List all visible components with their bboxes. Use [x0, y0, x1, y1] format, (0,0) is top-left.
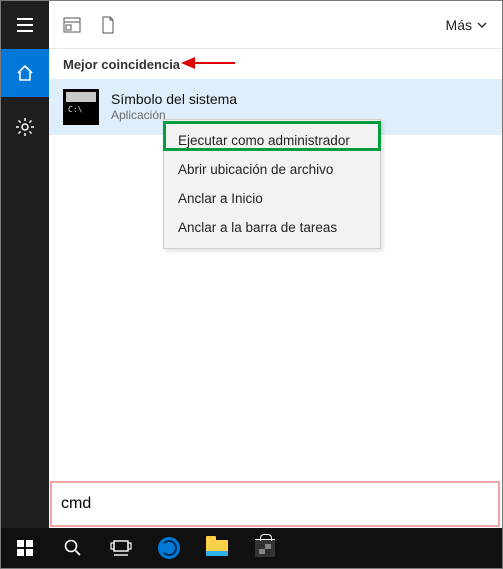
- topbar-filter-icons: [63, 16, 117, 34]
- task-view-button[interactable]: [97, 528, 145, 568]
- context-run-as-admin[interactable]: Ejecutar como administrador: [164, 126, 380, 155]
- taskbar-search-button[interactable]: [49, 528, 97, 568]
- context-pin-to-start[interactable]: Anclar a Inicio: [164, 184, 380, 213]
- arrow-head-icon: [181, 57, 195, 69]
- documents-filter-icon[interactable]: [99, 16, 117, 34]
- folder-icon: [206, 540, 228, 556]
- home-icon: [15, 63, 35, 83]
- start-sidebar: [1, 1, 49, 529]
- edge-button[interactable]: [145, 528, 193, 568]
- home-button[interactable]: [1, 49, 49, 97]
- more-filters-dropdown[interactable]: Más: [446, 17, 488, 33]
- store-icon: [255, 539, 275, 557]
- annotation-red-arrow: [181, 57, 235, 69]
- search-icon: [63, 538, 83, 558]
- arrow-shaft: [195, 62, 235, 64]
- context-pin-to-taskbar[interactable]: Anclar a la barra de tareas: [164, 213, 380, 242]
- windows-logo-icon: [16, 539, 34, 557]
- more-label: Más: [446, 17, 472, 33]
- best-match-heading: Mejor coincidencia: [49, 49, 502, 79]
- taskbar: [1, 528, 502, 568]
- edge-icon: [158, 537, 180, 559]
- gear-icon: [15, 117, 35, 137]
- search-input[interactable]: [61, 480, 490, 528]
- context-open-file-location[interactable]: Abrir ubicación de archivo: [164, 155, 380, 184]
- chevron-down-icon: [476, 19, 488, 31]
- context-menu: Ejecutar como administrador Abrir ubicac…: [163, 119, 381, 249]
- hamburger-button[interactable]: [1, 1, 49, 49]
- result-title: Símbolo del sistema: [111, 91, 237, 109]
- best-match-label: Mejor coincidencia: [63, 57, 180, 72]
- cmd-app-icon: [63, 89, 99, 125]
- hamburger-icon: [15, 15, 35, 35]
- task-view-icon: [110, 539, 132, 557]
- start-button[interactable]: [1, 528, 49, 568]
- apps-filter-icon[interactable]: [63, 16, 81, 34]
- search-box[interactable]: [49, 480, 502, 528]
- settings-button[interactable]: [1, 103, 49, 151]
- window-root: Más Mejor coincidencia Símbolo del siste…: [0, 0, 503, 569]
- results-topbar: Más: [49, 1, 502, 49]
- store-button[interactable]: [241, 528, 289, 568]
- file-explorer-button[interactable]: [193, 528, 241, 568]
